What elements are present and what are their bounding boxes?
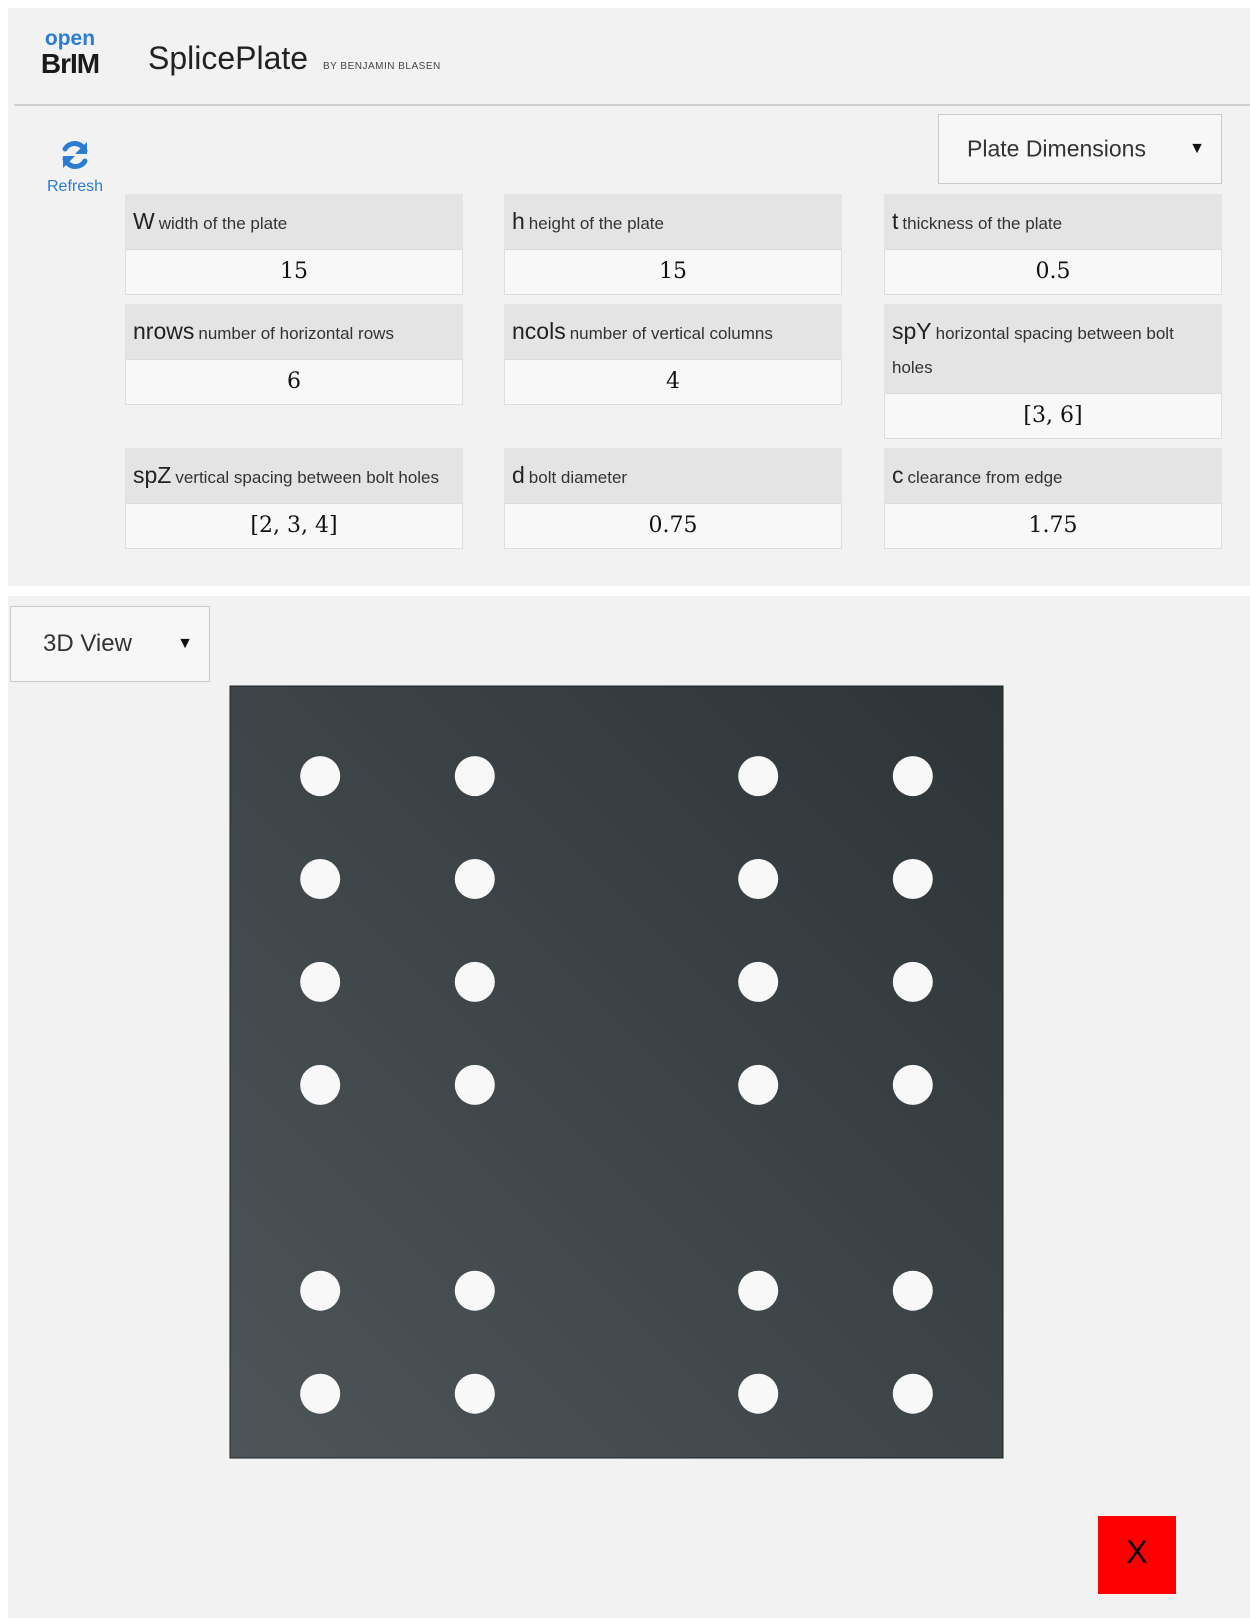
bolt-hole [738, 1373, 779, 1414]
plate-3d-view[interactable] [8, 596, 1250, 1618]
field-value-input[interactable]: 0.75 [504, 503, 842, 549]
bolt-hole [454, 859, 495, 899]
field-symbol: c [892, 462, 904, 488]
field-symbol: spY [892, 318, 932, 344]
field-label: spZ vertical spacing between bolt holes [125, 448, 463, 503]
bolt-hole [300, 961, 341, 1002]
refresh-button[interactable]: Refresh [30, 138, 120, 196]
field-label: Wwidth of the plate [125, 194, 463, 249]
bolt-hole [892, 1270, 933, 1311]
parameters-panel: open BrIM SplicePlate by Benjamin Blasen… [8, 8, 1250, 586]
openbrim-logo: open BrIM [30, 28, 110, 78]
viewer-panel: 3D View ▼ X [8, 596, 1250, 1618]
refresh-label: Refresh [46, 178, 104, 195]
field-description: clearance from edge [907, 468, 1063, 487]
field-symbol: d [512, 462, 525, 488]
chevron-down-icon: ▼ [1189, 140, 1205, 157]
field-value-input[interactable]: 15 [504, 249, 842, 295]
bolt-hole [454, 1270, 495, 1311]
field-value-input[interactable]: 15 [125, 249, 463, 295]
bolt-hole [738, 1064, 779, 1105]
app-byline: by Benjamin Blasen [322, 61, 441, 72]
field-label: t thickness of the plate [884, 194, 1222, 249]
bolt-hole [892, 1373, 933, 1414]
field-symbol: t [892, 208, 899, 234]
bolt-hole [454, 1373, 495, 1414]
field-description: width of the plate [158, 214, 288, 233]
field-h: h height of the plate 15 [504, 194, 842, 295]
header-divider [14, 104, 1250, 106]
panel-select[interactable]: Plate Dimensions ▼ [938, 114, 1222, 184]
bolt-hole [300, 859, 341, 899]
field-value-input[interactable]: 6 [125, 359, 463, 405]
bolt-hole [892, 859, 933, 899]
field-value-input[interactable]: [3, 6] [884, 393, 1222, 439]
field-spZ: spZ vertical spacing between bolt holes [2… [125, 448, 463, 549]
close-icon: X [1126, 1534, 1148, 1570]
field-value-input[interactable]: 1.75 [884, 503, 1222, 549]
splice-plate [229, 685, 1004, 1459]
field-W: Wwidth of the plate 15 [125, 194, 463, 295]
field-symbol: h [512, 208, 525, 234]
bolt-hole [454, 756, 495, 797]
field-description: number of vertical columns [569, 324, 773, 343]
field-symbol: spZ [133, 462, 172, 488]
bolt-hole [892, 756, 933, 797]
field-description: bolt diameter [528, 468, 628, 487]
logo-open-text: open [44, 27, 96, 50]
bolt-hole [738, 961, 779, 1002]
field-description: horizontal spacing between bolt holes [892, 324, 1174, 377]
field-value-input[interactable]: [2, 3, 4] [125, 503, 463, 549]
bolt-hole [300, 1373, 341, 1414]
field-value-input[interactable]: 0.5 [884, 249, 1222, 295]
logo-brim-text: BrIM [40, 48, 100, 79]
app-name: SplicePlate [148, 40, 309, 76]
field-spY: spY horizontal spacing between bolt holes… [884, 304, 1222, 439]
field-ncols: ncols number of vertical columns 4 [504, 304, 842, 405]
field-description: thickness of the plate [902, 214, 1063, 233]
field-label: d bolt diameter [504, 448, 842, 503]
bolt-hole [300, 1064, 341, 1105]
bolt-hole [300, 1270, 341, 1311]
field-symbol: nrows [133, 318, 195, 344]
field-value-input[interactable]: 4 [504, 359, 842, 405]
field-label: spY horizontal spacing between bolt holes [884, 304, 1222, 393]
field-symbol: ncols [512, 318, 566, 344]
field-description: vertical spacing between bolt holes [175, 468, 440, 487]
field-description: number of horizontal rows [198, 324, 394, 343]
field-c: c clearance from edge 1.75 [884, 448, 1222, 549]
bolt-hole [454, 961, 495, 1002]
panel-select-value: Plate Dimensions [967, 135, 1146, 162]
close-button[interactable]: X [1098, 1516, 1176, 1594]
field-label: nrows number of horizontal rows [125, 304, 463, 359]
field-label: ncols number of vertical columns [504, 304, 842, 359]
bolt-hole [738, 1270, 779, 1311]
field-label: c clearance from edge [884, 448, 1222, 503]
field-t: t thickness of the plate 0.5 [884, 194, 1222, 295]
field-symbol: W [133, 208, 155, 234]
bolt-hole [738, 756, 779, 797]
field-description: height of the plate [528, 214, 664, 233]
field-d: d bolt diameter 0.75 [504, 448, 842, 549]
field-nrows: nrows number of horizontal rows 6 [125, 304, 463, 405]
bolt-hole [738, 859, 779, 899]
app-title: SplicePlate by Benjamin Blasen [148, 40, 441, 77]
bolt-hole [300, 756, 341, 797]
bolt-hole [892, 961, 933, 1002]
field-label: h height of the plate [504, 194, 842, 249]
bolt-hole [454, 1064, 495, 1105]
bolt-hole [892, 1064, 933, 1105]
refresh-icon [62, 141, 88, 169]
